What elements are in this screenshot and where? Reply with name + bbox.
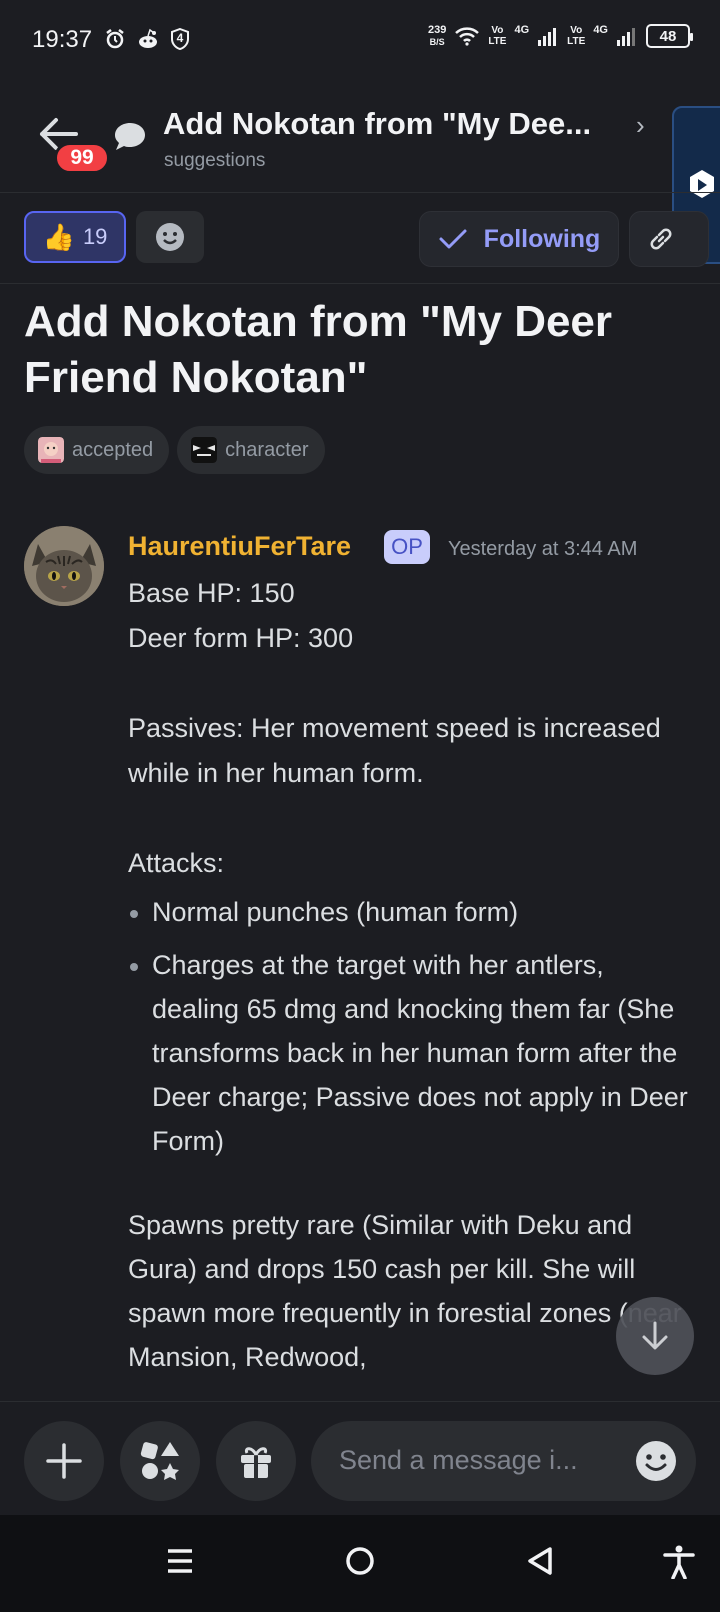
signal-icon xyxy=(538,28,557,46)
plus-icon xyxy=(46,1443,82,1479)
message-body: Base HP: 150 Deer form HP: 300 Passives:… xyxy=(128,571,688,1379)
post-title: Add Nokotan from "My Deer Friend Nokotan… xyxy=(24,297,613,402)
apps-button[interactable] xyxy=(120,1421,200,1501)
following-label: Following xyxy=(483,224,601,253)
checkmark-icon xyxy=(439,229,467,249)
character-tag-icon xyxy=(191,437,218,463)
copy-link-button[interactable] xyxy=(629,211,709,267)
volte-2: Vo LTE xyxy=(567,25,586,47)
cat-avatar-image xyxy=(24,526,104,606)
message-line: Deer form HP: 300 xyxy=(128,623,354,653)
home-circle-icon[interactable] xyxy=(344,1545,376,1577)
list-item: Charges at the target with her antlers, … xyxy=(128,943,688,1163)
header-title[interactable]: Add Nokotan from "My Dee... xyxy=(163,106,633,142)
emoji-picker-icon[interactable] xyxy=(634,1439,678,1483)
message-line: Spawns pretty rare (Similar with Deku an… xyxy=(128,1210,682,1372)
network-speed: 239 B/S xyxy=(427,24,447,47)
divider xyxy=(0,192,720,193)
signal-icon xyxy=(617,28,635,46)
following-button[interactable]: Following xyxy=(419,211,619,267)
list-item: Normal punches (human form) xyxy=(128,890,688,935)
add-reaction-button[interactable] xyxy=(136,211,204,263)
tag-label: character xyxy=(225,438,309,461)
message-timestamp: Yesterday at 3:44 AM xyxy=(448,538,638,560)
system-nav-bar xyxy=(0,1515,720,1612)
message-composer: Send a message i... xyxy=(0,1401,720,1515)
chevron-right-icon[interactable]: › xyxy=(636,110,645,141)
scroll-to-bottom-button[interactable] xyxy=(616,1297,694,1375)
gift-button[interactable] xyxy=(216,1421,296,1501)
avatar[interactable] xyxy=(24,526,104,606)
unread-badge: 99 xyxy=(54,142,110,174)
channel-name[interactable]: suggestions xyxy=(164,150,265,172)
reaction-count: 19 xyxy=(82,224,108,249)
smiley-icon xyxy=(156,223,184,251)
tag-accepted[interactable]: accepted xyxy=(24,426,170,474)
gift-icon xyxy=(241,1447,271,1478)
thumbs-up-reaction[interactable]: 👍 19 xyxy=(24,211,126,263)
apps-shapes-icon xyxy=(140,1442,179,1480)
attach-button[interactable] xyxy=(24,1421,104,1501)
message-line: Passives: Her movement speed is increase… xyxy=(128,713,661,788)
battery-indicator: 48 xyxy=(646,24,693,48)
reddit-icon xyxy=(139,28,157,48)
volte-1: Vo LTE xyxy=(488,25,507,47)
message-input-placeholder: Send a message i... xyxy=(339,1445,578,1475)
divider xyxy=(0,283,720,284)
back-triangle-icon[interactable] xyxy=(524,1545,556,1577)
message-line: Attacks: xyxy=(128,848,225,878)
message-input[interactable]: Send a message i... xyxy=(311,1421,696,1501)
thumbs-up-icon: 👍 xyxy=(42,221,75,252)
op-badge: OP xyxy=(384,530,430,564)
thread-bubble-icon xyxy=(115,123,145,150)
menu-icon[interactable] xyxy=(164,1545,196,1577)
arrow-down-icon xyxy=(642,1321,668,1350)
shield-badge-icon: 4 xyxy=(170,28,190,50)
tag-character[interactable]: character xyxy=(177,426,325,474)
accessibility-icon[interactable] xyxy=(662,1545,696,1579)
wifi-icon xyxy=(455,27,480,46)
link-icon xyxy=(650,228,672,250)
message-line: Base HP: 150 xyxy=(128,578,295,608)
attack-list: Normal punches (human form) Charges at t… xyxy=(128,890,688,1163)
thread-header: 99 Add Nokotan from "My Dee... › suggest… xyxy=(0,92,720,192)
tag-label: accepted xyxy=(72,438,154,461)
play-bubble-icon xyxy=(690,170,714,198)
reaction-bar: 👍 19 Following xyxy=(24,211,720,267)
tag-list: accepted character xyxy=(24,426,325,474)
status-time: 19:37 xyxy=(32,26,93,53)
alarm-icon xyxy=(106,29,124,49)
status-bar: 19:37 4 239 B/S Vo LTE 4G Vo LTE 4G 48 xyxy=(0,0,720,82)
author-name[interactable]: HaurentiuFerTare xyxy=(128,531,351,562)
accepted-tag-icon xyxy=(38,437,64,463)
